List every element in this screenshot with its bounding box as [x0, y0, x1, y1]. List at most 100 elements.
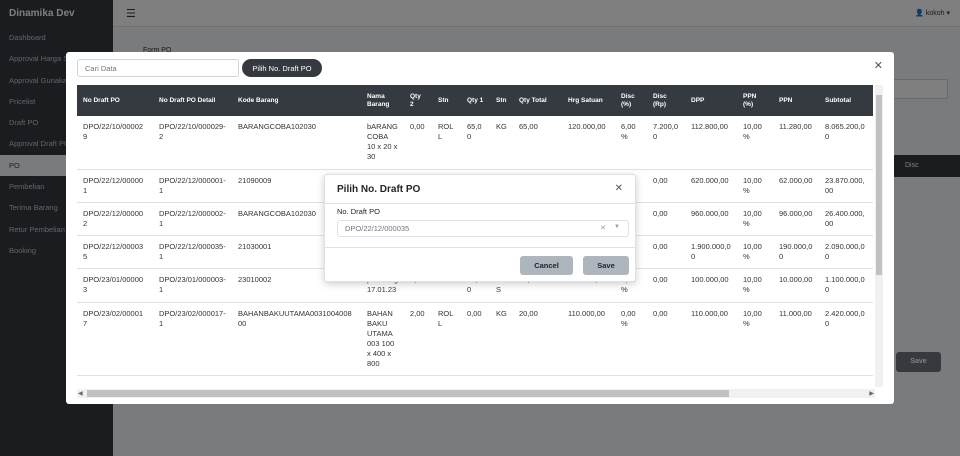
table-cell: 23.870.000,00: [819, 169, 873, 203]
table-cell: DPO/22/10/000029-2: [153, 116, 232, 170]
col-header[interactable]: Qty Total: [513, 85, 562, 116]
table-cell: 0,00: [404, 116, 432, 170]
table-cell: KG: [490, 116, 513, 170]
col-header[interactable]: PPN: [773, 85, 819, 116]
table-cell: DPO/22/10/000029: [77, 116, 153, 170]
table-cell: 2.090.000,00: [819, 235, 873, 270]
table-cell: 0,00: [647, 169, 685, 203]
col-header[interactable]: Stn: [432, 85, 461, 116]
table-cell: 0,00: [647, 302, 685, 377]
vertical-scrollbar[interactable]: [875, 85, 883, 387]
table-cell: DPO/22/12/000001-1: [153, 169, 232, 203]
table-header-row: No Draft PO No Draft PO Detail Kode Bara…: [77, 85, 873, 116]
table-cell: 65,00: [513, 116, 562, 170]
table-cell: 620.000,00: [685, 169, 737, 203]
table-cell: BARANGCOBA102030: [232, 116, 361, 170]
table-cell: 0,00: [647, 235, 685, 270]
cancel-button[interactable]: Cancel: [520, 256, 573, 275]
table-cell: 7.200,00: [647, 116, 685, 170]
col-header[interactable]: Nama Barang: [361, 85, 404, 116]
table-cell: DPO/22/12/000002-1: [153, 202, 232, 237]
table-cell: 1.100.000,00: [819, 268, 873, 303]
col-header[interactable]: Qty 1: [461, 85, 490, 116]
clear-icon[interactable]: ✕: [600, 224, 606, 232]
col-header[interactable]: Stn: [490, 85, 513, 116]
col-header[interactable]: Disc (Rp): [647, 85, 685, 116]
col-header[interactable]: PPN (%): [737, 85, 773, 116]
table-cell: DPO/22/12/000035-1: [153, 235, 232, 270]
table-cell: 10.000,00: [773, 268, 819, 303]
table-cell: KG: [490, 302, 513, 377]
table-cell: ROLL: [432, 116, 461, 170]
table-cell: 10,00%: [737, 169, 773, 203]
table-cell: 1.900.000,00: [685, 235, 737, 270]
horizontal-scrollbar[interactable]: ◀ ▶: [77, 389, 875, 398]
selected-value: DPO/22/12/000035: [345, 224, 410, 233]
horizontal-scroll-thumb[interactable]: [87, 390, 729, 397]
table-row[interactable]: DPO/22/10/000029 DPO/22/10/000029-2 BARANG…: [77, 116, 873, 170]
pilih-draft-po-button[interactable]: Pilih No. Draft PO: [242, 59, 322, 77]
table-cell: 10,00%: [737, 302, 773, 377]
table-cell: 11.000,00: [773, 302, 819, 377]
col-header[interactable]: Hrg Satuan: [562, 85, 615, 116]
table-cell: 26.400.000,00: [819, 202, 873, 237]
table-cell: 960.000,00: [685, 202, 737, 237]
table-cell: 110.000,00: [562, 302, 615, 377]
draft-po-select[interactable]: DPO/22/12/000035 ✕ ▼: [337, 220, 629, 237]
col-header[interactable]: DPP: [685, 85, 737, 116]
col-header[interactable]: Subtotal: [819, 85, 873, 116]
draft-po-label: No. Draft PO: [337, 207, 380, 216]
table-cell: DPO/22/12/000001: [77, 169, 153, 203]
table-cell: BAHANBAKUUTAMA003100400800: [232, 302, 361, 377]
table-cell: DPO/22/12/000035: [77, 235, 153, 270]
table-row[interactable]: DPO/23/02/000017 DPO/23/02/000017-1 BAHANB…: [77, 302, 873, 377]
search-input[interactable]: [77, 59, 239, 77]
table-cell: BAHAN BAKU UTAMA 003 100 x 400 x 800: [361, 302, 404, 377]
table-cell: 8.065.200,00: [819, 116, 873, 170]
table-cell: 0,00: [647, 202, 685, 237]
dialog-title: Pilih No. Draft PO: [337, 184, 421, 195]
col-header[interactable]: No Draft PO: [77, 85, 153, 116]
col-header[interactable]: Qty 2: [404, 85, 432, 116]
table-cell: 0,00%: [615, 302, 647, 377]
table-cell: 110.000,00: [685, 302, 737, 377]
save-button[interactable]: Save: [583, 256, 629, 275]
table-cell: 120.000,00: [562, 116, 615, 170]
table-cell: 20,00: [513, 302, 562, 377]
table-cell: 0,00: [647, 268, 685, 303]
col-header[interactable]: Kode Barang: [232, 85, 361, 116]
table-cell: 190.000,00: [773, 235, 819, 270]
table-cell: 11.280,00: [773, 116, 819, 170]
table-cell: DPO/22/12/000002: [77, 202, 153, 237]
table-cell: 112.800,00: [685, 116, 737, 170]
vertical-scroll-thumb[interactable]: [876, 95, 882, 275]
table-cell: 10,00%: [737, 202, 773, 237]
close-icon[interactable]: ✕: [874, 59, 883, 72]
divider: [325, 247, 635, 248]
table-cell: 10,00%: [737, 116, 773, 170]
table-cell: DPO/23/02/000017-1: [153, 302, 232, 377]
table-cell: 96.000,00: [773, 202, 819, 237]
table-cell: bARANG COBA 10 x 20 x 30: [361, 116, 404, 170]
table-cell: 62.000,00: [773, 169, 819, 203]
close-icon[interactable]: ✕: [615, 183, 623, 194]
table-cell: 6,00%: [615, 116, 647, 170]
table-cell: 10,00%: [737, 268, 773, 303]
col-header[interactable]: No Draft PO Detail: [153, 85, 232, 116]
caret-down-icon[interactable]: ▼: [614, 224, 620, 230]
col-header[interactable]: Disc (%): [615, 85, 647, 116]
table-cell: 65,00: [461, 116, 490, 170]
table-cell: 100.000,00: [685, 268, 737, 303]
scroll-right-arrow[interactable]: ▶: [869, 390, 874, 397]
scroll-left-arrow[interactable]: ◀: [78, 390, 83, 397]
divider: [325, 203, 635, 204]
table-cell: 10,00%: [737, 235, 773, 270]
table-cell: DPO/23/01/000003-1: [153, 268, 232, 303]
table-cell: DPO/23/01/000003: [77, 268, 153, 303]
pilih-draft-po-dialog: Pilih No. Draft PO ✕ No. Draft PO DPO/22…: [324, 174, 636, 282]
table-cell: ROLL: [432, 302, 461, 377]
table-cell: 2.420.000,00: [819, 302, 873, 377]
table-cell: DPO/23/02/000017: [77, 302, 153, 377]
table-cell: 2,00: [404, 302, 432, 377]
table-cell: 0,00: [461, 302, 490, 377]
